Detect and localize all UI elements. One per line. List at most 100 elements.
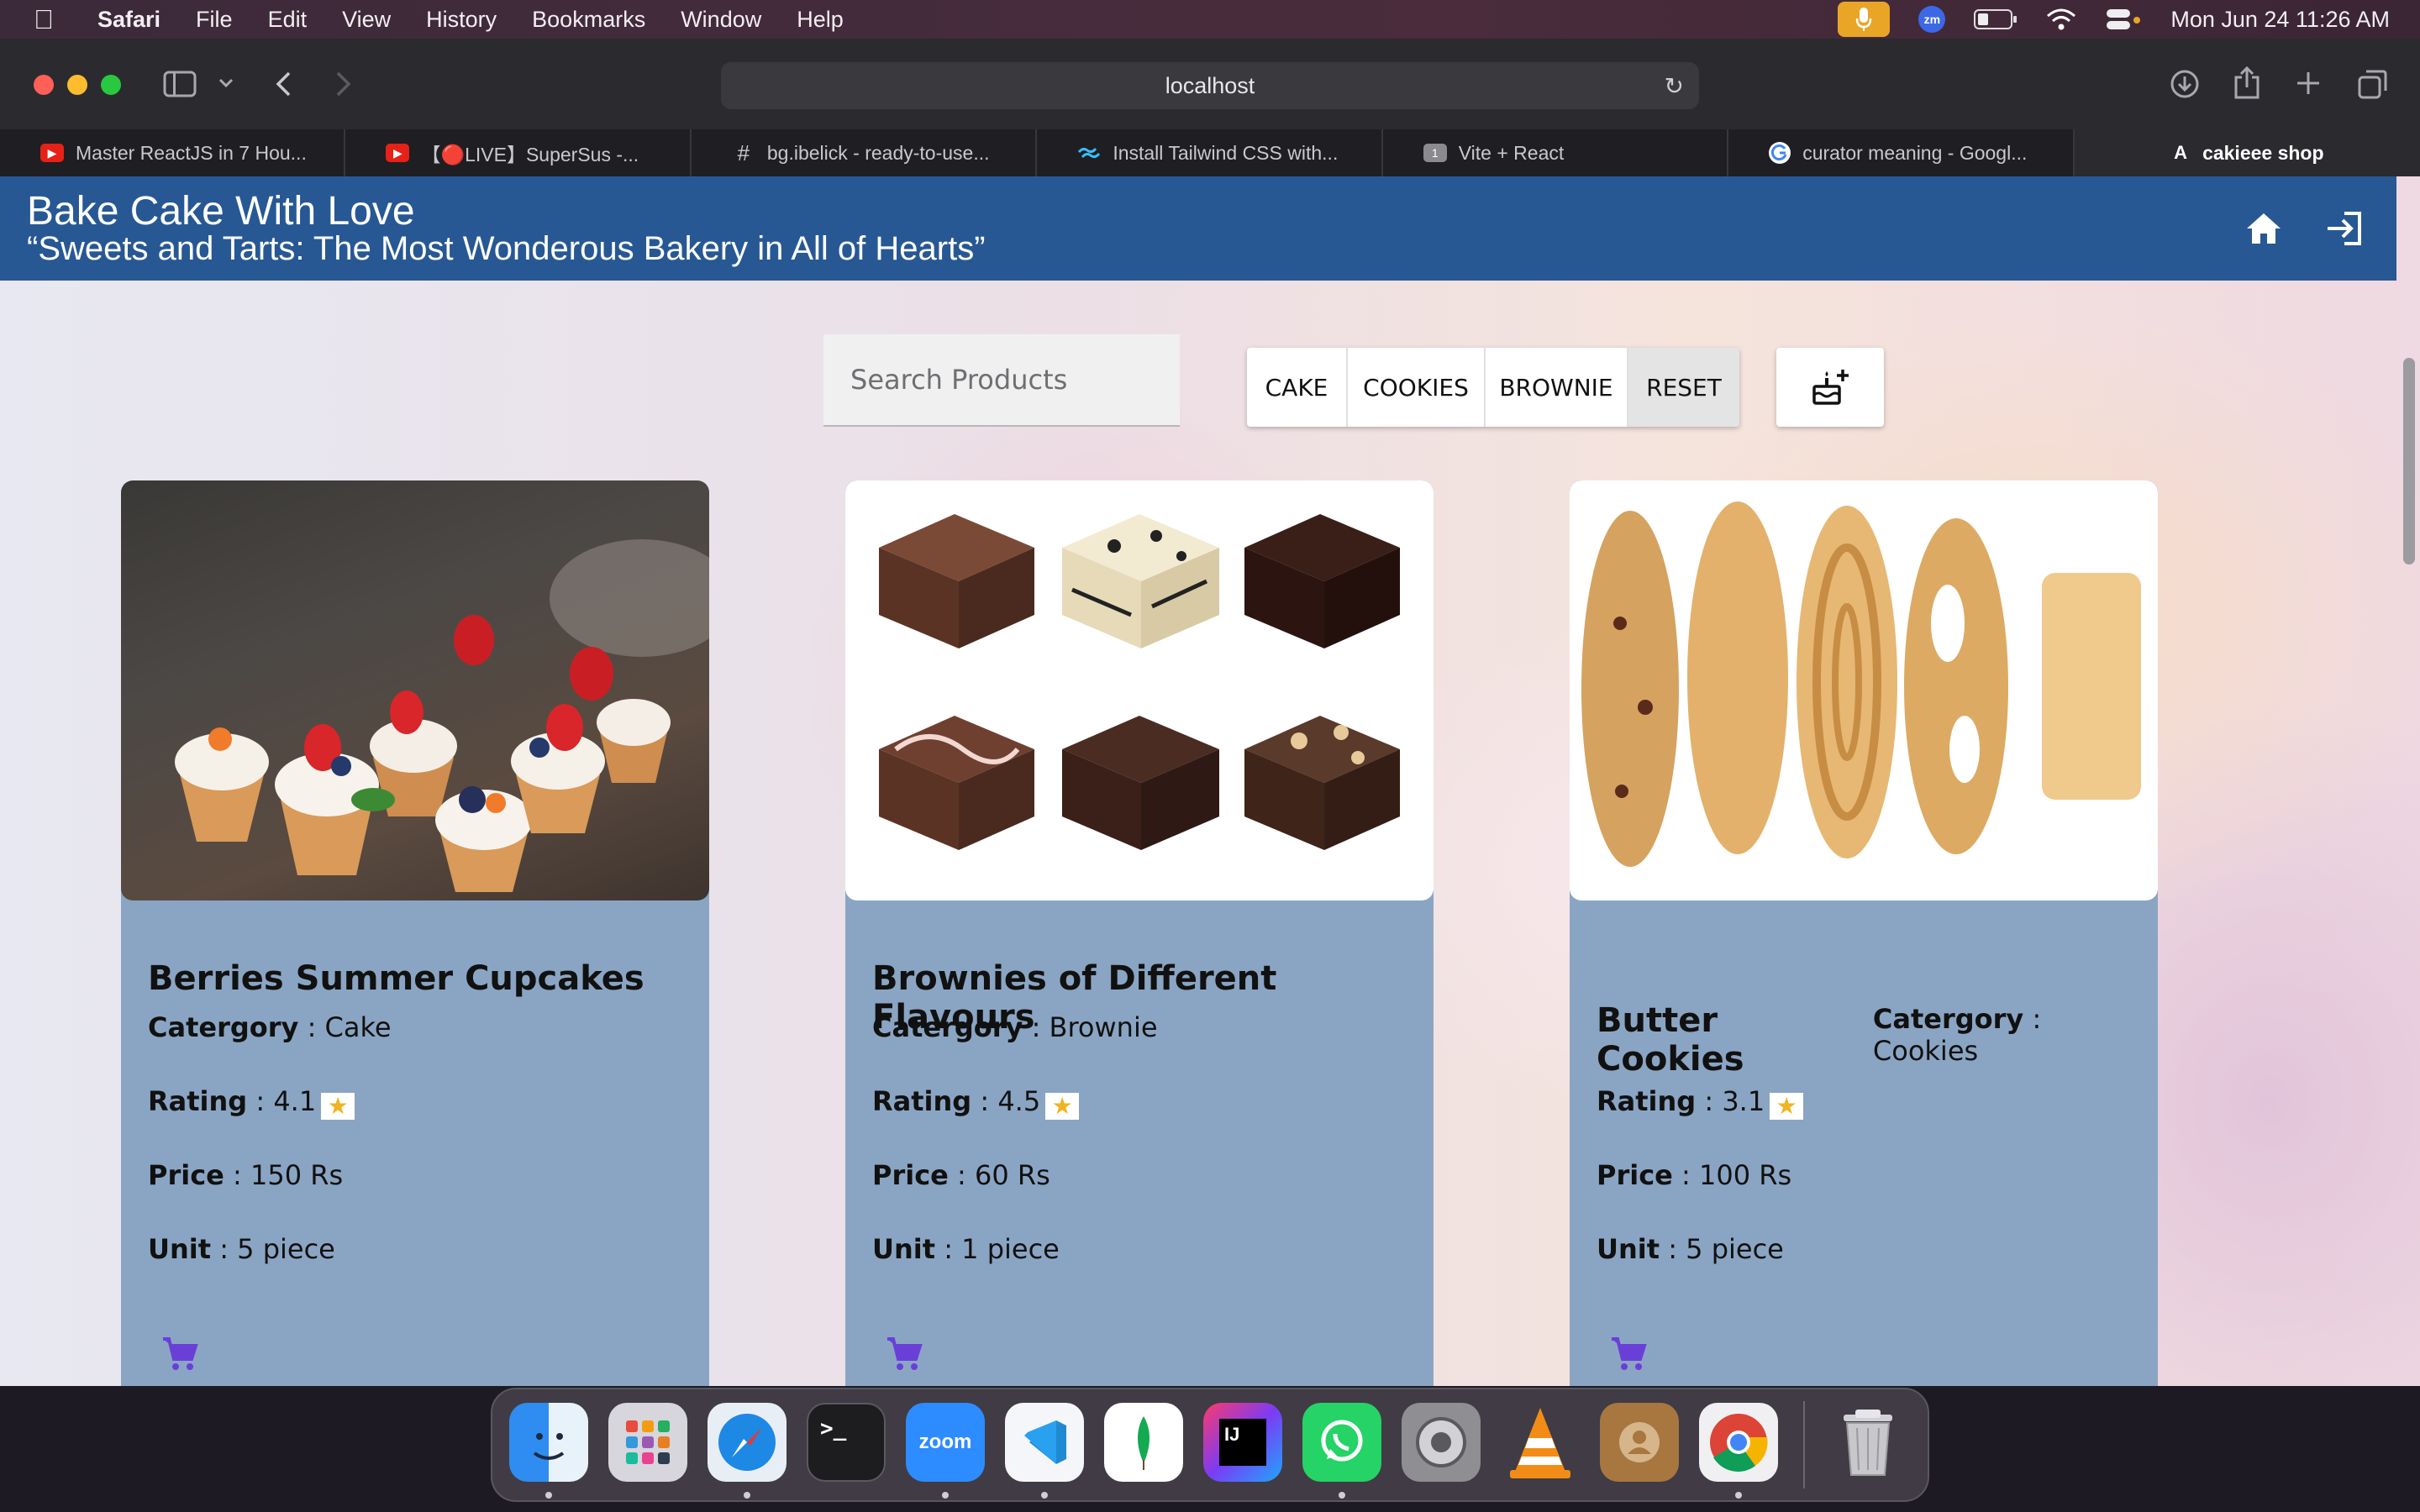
zoom-window-button[interactable]: [101, 75, 121, 95]
tab-supersus-live[interactable]: ▶ 【🔴LIVE】SuperSus -...: [345, 129, 692, 176]
tab-cakieee-shop[interactable]: A cakieee shop: [2074, 129, 2420, 176]
product-rating: Rating : 4.1 ★: [148, 1085, 355, 1120]
category-label: Catergory: [148, 1011, 299, 1043]
menu-history[interactable]: History: [426, 7, 497, 33]
filter-reset-button[interactable]: RESET: [1628, 348, 1739, 427]
cart-icon[interactable]: [160, 1334, 200, 1374]
chevron-down-icon[interactable]: [218, 77, 234, 89]
finder-icon[interactable]: [509, 1403, 588, 1482]
menu-clock[interactable]: Mon Jun 24 11:26 AM: [2170, 7, 2390, 33]
reload-icon[interactable]: ↻: [1665, 72, 1684, 100]
tab-label: Master ReactJS in 7 Hou...: [76, 141, 307, 164]
tab-install-tailwind[interactable]: Install Tailwind CSS with...: [1037, 129, 1383, 176]
zoom-app-icon[interactable]: zoom: [906, 1403, 985, 1482]
site-title: Bake Cake With Love: [27, 189, 415, 234]
login-icon[interactable]: [2321, 205, 2368, 252]
tab-master-reactjs[interactable]: ▶ Master ReactJS in 7 Hou...: [0, 129, 346, 176]
product-name: Berries Summer Cupcakes: [148, 959, 644, 998]
microphone-icon[interactable]: [1838, 2, 1891, 37]
zoom-status-icon[interactable]: zm: [1918, 6, 1946, 33]
tab-label: bg.ibelick - ready-to-use...: [766, 141, 990, 164]
menu-view[interactable]: View: [342, 7, 391, 33]
rating-value: 3.1: [1722, 1085, 1765, 1117]
category-label: Catergory: [872, 1011, 1023, 1043]
menu-edit[interactable]: Edit: [268, 7, 308, 33]
sidebar-toggle-icon[interactable]: [163, 71, 197, 97]
forward-icon[interactable]: [334, 71, 353, 97]
add-product-button[interactable]: [1776, 348, 1884, 427]
tab-label: curator meaning - Googl...: [1802, 141, 2028, 164]
search-input[interactable]: Search Products: [823, 334, 1180, 427]
youtube-icon: ▶: [40, 144, 64, 162]
rating-label: Rating: [1597, 1085, 1697, 1117]
share-icon[interactable]: [2233, 66, 2260, 99]
status-area: zm Mon Jun 24 11:26 AM: [1838, 0, 2390, 39]
new-tab-icon[interactable]: [2296, 71, 2321, 96]
tab-vite-react[interactable]: 1 Vite + React: [1383, 129, 1729, 176]
page-viewport: Bake Cake With Love “Sweets and Tarts: T…: [0, 176, 2420, 1386]
running-indicator: [1339, 1492, 1345, 1499]
site-header: Bake Cake With Love “Sweets and Tarts: T…: [0, 176, 2396, 281]
menu-bookmarks[interactable]: Bookmarks: [532, 7, 645, 33]
contacts-icon[interactable]: [1600, 1403, 1679, 1482]
system-settings-icon[interactable]: [1402, 1403, 1481, 1482]
separator: :: [211, 1233, 238, 1265]
launchpad-icon[interactable]: [608, 1403, 687, 1482]
product-unit: Unit : 1 piece: [872, 1233, 1060, 1265]
address-bar[interactable]: localhost ↻: [721, 62, 1699, 109]
safari-icon[interactable]: [708, 1403, 786, 1482]
product-image-brownies: [845, 480, 1434, 900]
cart-icon[interactable]: [884, 1334, 924, 1374]
site-tagline: “Sweets and Tarts: The Most Wonderous Ba…: [27, 230, 986, 267]
trash-icon[interactable]: [1828, 1403, 1907, 1482]
separator: :: [1672, 1159, 1699, 1191]
separator: :: [948, 1159, 975, 1191]
cupcakes-image: [175, 539, 709, 892]
price-value: 60 Rs: [975, 1159, 1050, 1191]
chrome-icon[interactable]: [1699, 1403, 1778, 1482]
product-category: Catergory : Cake: [148, 1011, 392, 1043]
battery-icon[interactable]: [1974, 8, 2018, 30]
separator: :: [224, 1159, 250, 1191]
menu-window[interactable]: Window: [681, 7, 761, 33]
unit-label: Unit: [1597, 1233, 1660, 1265]
brownie-bottom-right: [1244, 716, 1400, 850]
product-card: Butter Cookies Catergory : Cookies Ratin…: [1570, 480, 2158, 1386]
menu-app-name[interactable]: Safari: [97, 7, 160, 33]
category-filter-group: CAKE COOKIES BROWNIE RESET: [1247, 348, 1739, 427]
filter-brownie-button[interactable]: BROWNIE: [1486, 348, 1628, 427]
vertical-scrollbar[interactable]: [2403, 358, 2415, 564]
vlc-icon[interactable]: [1501, 1403, 1580, 1482]
unit-value: 1 piece: [961, 1233, 1060, 1265]
close-window-button[interactable]: [34, 75, 54, 95]
app-icon: A: [2174, 142, 2187, 163]
add-cake-icon: [1812, 370, 1849, 405]
control-center-icon[interactable]: [2105, 7, 2142, 32]
product-unit: Unit : 5 piece: [1597, 1233, 1784, 1265]
cart-icon[interactable]: [1608, 1334, 1649, 1374]
vscode-icon[interactable]: [1005, 1403, 1084, 1482]
tab-overview-icon[interactable]: [2358, 69, 2388, 99]
back-icon[interactable]: [274, 71, 292, 97]
filter-cake-button[interactable]: CAKE: [1247, 348, 1348, 427]
unit-value: 5 piece: [237, 1233, 335, 1265]
running-indicator: [942, 1492, 949, 1499]
macos-dock: >_ zoom IJ: [491, 1388, 1929, 1502]
brownie-top-left: [879, 514, 1034, 648]
tab-curator-meaning[interactable]: curator meaning - Googl...: [1728, 129, 2075, 176]
terminal-icon[interactable]: >_: [807, 1403, 886, 1482]
mongodb-compass-icon[interactable]: [1104, 1403, 1183, 1482]
apple-icon[interactable]: : [34, 4, 54, 35]
category-label: Catergory: [1872, 1003, 2024, 1035]
minimize-window-button[interactable]: [67, 75, 87, 95]
downloads-icon[interactable]: [2170, 69, 2200, 99]
intellij-icon[interactable]: IJ: [1203, 1403, 1282, 1482]
wifi-icon[interactable]: [2046, 8, 2076, 31]
menu-help[interactable]: Help: [797, 7, 844, 33]
whatsapp-icon[interactable]: [1302, 1403, 1381, 1482]
filter-cookies-button[interactable]: COOKIES: [1348, 348, 1486, 427]
menu-file[interactable]: File: [196, 7, 233, 33]
home-icon[interactable]: [2240, 205, 2287, 252]
price-value: 150 Rs: [250, 1159, 344, 1191]
tab-bg-ibelick[interactable]: # bg.ibelick - ready-to-use...: [692, 129, 1038, 176]
